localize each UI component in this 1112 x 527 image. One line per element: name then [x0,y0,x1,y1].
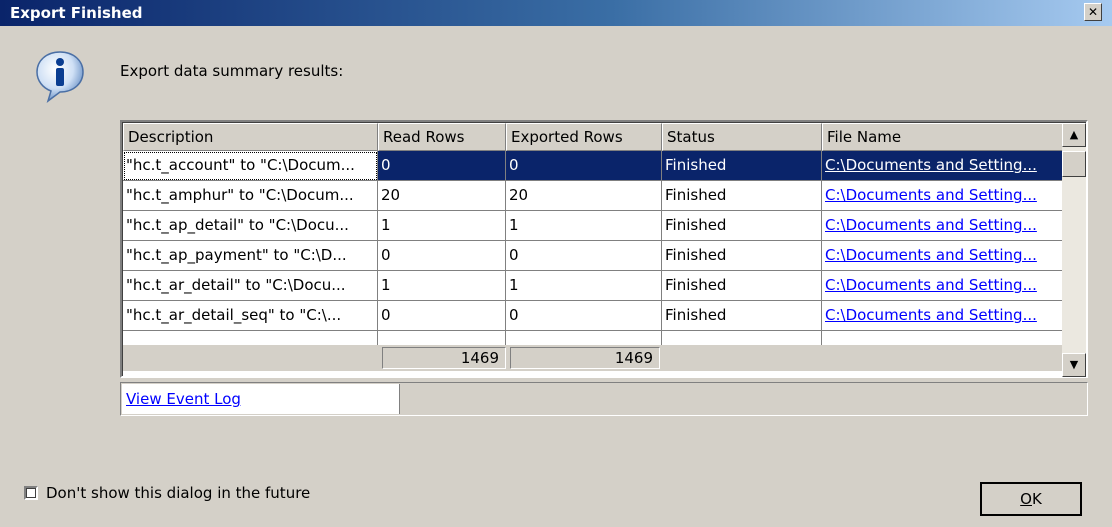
cell-read-rows: 0 [378,241,506,271]
file-link[interactable]: C:\Documents and Setting... [825,306,1037,324]
scroll-thumb[interactable] [1062,151,1086,177]
file-link[interactable]: C:\Documents and Setting... [825,246,1037,264]
cell-description: "hc.t_ar_detail_seq" to "C:\... [123,301,378,331]
arrow-down-icon: ▼ [1069,358,1079,371]
cell-status: Finished [662,301,822,331]
file-link[interactable]: C:\Documents and Setting... [825,156,1037,174]
scroll-up-button[interactable]: ▲ [1062,123,1086,147]
close-icon: ✕ [1087,5,1099,19]
table-row-partial[interactable] [123,331,1064,345]
cell-file-name: C:\Documents and Setting... [822,151,1064,181]
table-row[interactable]: "hc.t_ar_detail" to "C:\Docu... 1 1 Fini… [123,271,1064,301]
cell-file-name: C:\Documents and Setting... [822,241,1064,271]
column-header-status[interactable]: Status [662,123,822,151]
grid-rows: "hc.t_account" to "C:\Docum... 0 0 Finis… [123,151,1064,345]
cell-read-rows: 0 [378,151,506,181]
cell-exported-rows: 0 [506,301,662,331]
cell-exported-rows: 20 [506,181,662,211]
column-header-description[interactable]: Description [123,123,378,151]
scroll-down-button[interactable]: ▼ [1062,353,1086,377]
summary-label: Export data summary results: [120,62,344,80]
cell-status: Finished [662,181,822,211]
column-header-exported-rows[interactable]: Exported Rows [506,123,662,151]
cell-description: "hc.t_ar_detail" to "C:\Docu... [123,271,378,301]
table-row[interactable]: "hc.t_ap_detail" to "C:\Docu... 1 1 Fini… [123,211,1064,241]
dont-show-checkbox-label[interactable]: Don't show this dialog in the future [46,484,310,502]
results-grid[interactable]: Description Read Rows Exported Rows Stat… [120,120,1088,378]
column-header-read-rows[interactable]: Read Rows [378,123,506,151]
dont-show-checkbox[interactable] [24,486,38,500]
vertical-scrollbar[interactable]: ▲ ▼ [1062,123,1086,377]
table-row[interactable]: "hc.t_ar_detail_seq" to "C:\... 0 0 Fini… [123,301,1064,331]
total-read-rows: 1469 [382,347,506,369]
cell-read-rows: 1 [378,271,506,301]
cell-status: Finished [662,241,822,271]
close-button[interactable]: ✕ [1084,3,1102,21]
cell-file-name: C:\Documents and Setting... [822,211,1064,241]
cell-read-rows: 1 [378,211,506,241]
totals-bar: 1469 1469 [123,345,1064,371]
file-link[interactable]: C:\Documents and Setting... [825,216,1037,234]
ok-button[interactable]: OK [980,482,1082,516]
event-log-box: View Event Log [122,384,400,414]
column-header-file-name[interactable]: File Name [822,123,1064,151]
table-row[interactable]: "hc.t_amphur" to "C:\Docum... 20 20 Fini… [123,181,1064,211]
cell-exported-rows: 0 [506,241,662,271]
cell-description: "hc.t_ap_payment" to "C:\D... [123,241,378,271]
cell-read-rows: 0 [378,301,506,331]
title-bar: Export Finished ✕ [0,0,1112,26]
cell-status: Finished [662,211,822,241]
cell-file-name: C:\Documents and Setting... [822,271,1064,301]
info-icon [36,51,84,103]
ok-button-label-rest: K [1031,490,1042,508]
ok-button-accelerator: O [1020,490,1032,508]
cell-exported-rows: 1 [506,271,662,301]
file-link[interactable]: C:\Documents and Setting... [825,186,1037,204]
table-row[interactable]: "hc.t_ap_payment" to "C:\D... 0 0 Finish… [123,241,1064,271]
total-exported-rows: 1469 [510,347,660,369]
export-finished-dialog: Export Finished ✕ Export data summary re… [0,0,1112,527]
cell-description: "hc.t_ap_detail" to "C:\Docu... [123,211,378,241]
arrow-up-icon: ▲ [1069,128,1079,141]
event-log-panel: View Event Log [120,382,1088,416]
cell-exported-rows: 0 [506,151,662,181]
cell-file-name: C:\Documents and Setting... [822,181,1064,211]
cell-description: "hc.t_account" to "C:\Docum... [123,151,378,181]
cell-file-name: C:\Documents and Setting... [822,301,1064,331]
cell-read-rows: 20 [378,181,506,211]
table-row[interactable]: "hc.t_account" to "C:\Docum... 0 0 Finis… [123,151,1064,181]
cell-description: "hc.t_amphur" to "C:\Docum... [123,181,378,211]
cell-status: Finished [662,151,822,181]
cell-status: Finished [662,271,822,301]
window-title: Export Finished [10,4,143,22]
file-link[interactable]: C:\Documents and Setting... [825,276,1037,294]
cell-exported-rows: 1 [506,211,662,241]
view-event-log-link[interactable]: View Event Log [126,390,241,408]
